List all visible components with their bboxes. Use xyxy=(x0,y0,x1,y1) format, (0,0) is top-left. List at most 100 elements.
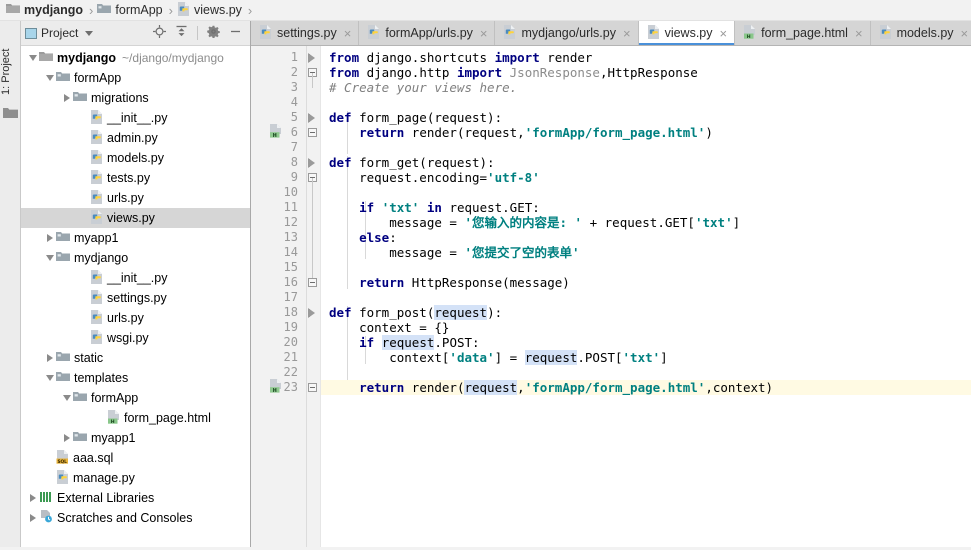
tree-node-scratches-and-consoles[interactable]: Scratches and Consoles xyxy=(21,508,250,528)
tree-node-label: admin.py xyxy=(107,131,158,145)
tree-node-urls-py[interactable]: urls.py xyxy=(21,188,250,208)
tree-toggle-right-icon[interactable] xyxy=(44,348,56,368)
code-line[interactable]: return HttpResponse(message) xyxy=(321,275,971,290)
locate-icon[interactable] xyxy=(153,25,166,41)
code-line[interactable]: context = {} xyxy=(321,320,971,335)
code-line[interactable]: def form_post(request): xyxy=(321,305,971,320)
code-line[interactable]: if request.POST: xyxy=(321,335,971,350)
close-icon[interactable]: × xyxy=(961,27,969,40)
code-line[interactable]: def form_page(request): xyxy=(321,110,971,125)
breadcrumb-item-project[interactable]: mydjango xyxy=(6,0,83,21)
html-navigation-marker-icon[interactable]: H xyxy=(269,124,282,141)
fold-expanded-icon[interactable] xyxy=(308,308,315,318)
tree-node-label: myapp1 xyxy=(91,431,136,445)
tree-node-models-py[interactable]: models.py xyxy=(21,148,250,168)
fold-region-icon[interactable] xyxy=(308,383,317,392)
tree-toggle-down-icon[interactable] xyxy=(44,248,56,268)
tree-toggle-right-icon[interactable] xyxy=(27,508,39,528)
tree-node-myapp1[interactable]: myapp1 xyxy=(21,428,250,448)
code-line[interactable]: message = '您提交了空的表单' xyxy=(321,245,971,260)
settings-gear-icon[interactable] xyxy=(207,25,220,41)
folder-icon[interactable] xyxy=(3,107,18,122)
close-icon[interactable]: × xyxy=(623,27,631,40)
tree-node-formapp[interactable]: formApp xyxy=(21,68,250,88)
tree-node-init-py[interactable]: __init__.py xyxy=(21,268,250,288)
editor-tab-form-page-html[interactable]: Hform_page.html × xyxy=(735,21,871,45)
code-line[interactable] xyxy=(321,365,971,380)
tree-node-admin-py[interactable]: admin.py xyxy=(21,128,250,148)
code-line[interactable]: message = '您输入的内容是: ' + request.GET['txt… xyxy=(321,215,971,230)
code-line[interactable] xyxy=(321,140,971,155)
project-panel-title-group[interactable]: Project xyxy=(25,26,94,40)
tree-toggle-right-icon[interactable] xyxy=(44,228,56,248)
tree-node-external-libraries[interactable]: External Libraries xyxy=(21,488,250,508)
collapse-all-icon[interactable] xyxy=(175,25,188,41)
tree-node-urls-py[interactable]: urls.py xyxy=(21,308,250,328)
tree-node-tests-py[interactable]: tests.py xyxy=(21,168,250,188)
code-line[interactable]: context['data'] = request.POST['txt'] xyxy=(321,350,971,365)
code-line[interactable]: if 'txt' in request.GET: xyxy=(321,200,971,215)
tree-node-mydjango[interactable]: mydjango xyxy=(21,248,250,268)
close-icon[interactable]: × xyxy=(855,27,863,40)
tool-window-button-project[interactable]: 1: Project xyxy=(0,25,21,101)
hide-panel-icon[interactable] xyxy=(229,25,242,41)
code-line[interactable] xyxy=(321,95,971,110)
tree-toggle-right-icon[interactable] xyxy=(27,488,39,508)
tree-node-migrations[interactable]: migrations xyxy=(21,88,250,108)
close-icon[interactable]: × xyxy=(344,27,352,40)
code-token: if xyxy=(359,335,375,350)
editor-fold-column[interactable] xyxy=(307,46,321,550)
breadcrumb-item-folder[interactable]: formApp xyxy=(97,0,163,21)
tree-node-formapp[interactable]: formApp xyxy=(21,388,250,408)
tree-node-myapp1[interactable]: myapp1 xyxy=(21,228,250,248)
close-icon[interactable]: × xyxy=(720,27,728,40)
project-tree[interactable]: mydjango ~/django/mydjango formApp migratio… xyxy=(21,46,250,550)
editor-tab-formapp-urls-py[interactable]: formApp/urls.py × xyxy=(359,21,496,45)
tree-node-manage-py[interactable]: manage.py xyxy=(21,468,250,488)
code-line[interactable]: from django.shortcuts import render xyxy=(321,50,971,65)
tree-node-init-py[interactable]: __init__.py xyxy=(21,108,250,128)
breadcrumb-item-file[interactable]: views.py xyxy=(177,0,242,21)
fold-expanded-icon[interactable] xyxy=(308,53,315,63)
code-line[interactable]: from django.http import JsonResponse,Htt… xyxy=(321,65,971,80)
tree-node-static[interactable]: static xyxy=(21,348,250,368)
code-text[interactable]: from django.shortcuts import render from … xyxy=(321,46,971,550)
editor-tab-settings-py[interactable]: settings.py × xyxy=(251,21,360,45)
editor-tab-models-py[interactable]: models.py × xyxy=(870,21,971,45)
code-line[interactable]: def form_get(request): xyxy=(321,155,971,170)
tree-toggle-right-icon[interactable] xyxy=(61,428,73,448)
code-line[interactable]: else: xyxy=(321,230,971,245)
python-file-icon xyxy=(56,469,69,487)
editor-tab-bar[interactable]: settings.py × formApp/urls.py × mydjango/url… xyxy=(251,21,971,46)
tree-toggle-down-icon[interactable] xyxy=(27,48,39,68)
code-line[interactable] xyxy=(321,290,971,305)
code-line[interactable]: request.encoding='utf-8' xyxy=(321,170,971,185)
code-line[interactable]: return render(request,'formApp/form_page… xyxy=(321,380,971,395)
tree-node-wsgi-py[interactable]: wsgi.py xyxy=(21,328,250,348)
tree-node-settings-py[interactable]: settings.py xyxy=(21,288,250,308)
tree-node-form-page-html[interactable]: Hform_page.html xyxy=(21,408,250,428)
fold-expanded-icon[interactable] xyxy=(308,113,315,123)
tree-toggle-right-icon[interactable] xyxy=(61,88,73,108)
tree-toggle-down-icon[interactable] xyxy=(44,68,56,88)
editor-tab-mydjango-urls-py[interactable]: mydjango/urls.py × xyxy=(495,21,639,45)
fold-region-icon[interactable] xyxy=(308,128,317,137)
code-line[interactable] xyxy=(321,260,971,275)
tree-node-mydjango[interactable]: mydjango ~/django/mydjango xyxy=(21,48,250,68)
fold-region-icon[interactable] xyxy=(308,278,317,287)
tree-node-templates[interactable]: templates xyxy=(21,368,250,388)
code-line[interactable]: # Create your views here. xyxy=(321,80,971,95)
tree-node-views-py[interactable]: views.py xyxy=(21,208,250,228)
fold-expanded-icon[interactable] xyxy=(308,158,315,168)
code-line[interactable]: return render(request,'formApp/form_page… xyxy=(321,125,971,140)
tree-toggle-down-icon[interactable] xyxy=(44,368,56,388)
close-icon[interactable]: × xyxy=(480,27,488,40)
code-line[interactable] xyxy=(321,185,971,200)
editor-gutter[interactable]: 1 2 3 4 5 6 7 8 9 10 11 12 13 14 15 16 17 18 19 20 21 22 23 H H xyxy=(251,46,321,550)
tree-toggle-down-icon[interactable] xyxy=(61,388,73,408)
html-navigation-marker-icon[interactable]: H xyxy=(269,379,282,396)
tree-node-aaa-sql[interactable]: SQL aaa.sql xyxy=(21,448,250,468)
editor-tab-views-py[interactable]: views.py × xyxy=(638,21,736,45)
chevron-down-icon[interactable] xyxy=(85,30,94,36)
